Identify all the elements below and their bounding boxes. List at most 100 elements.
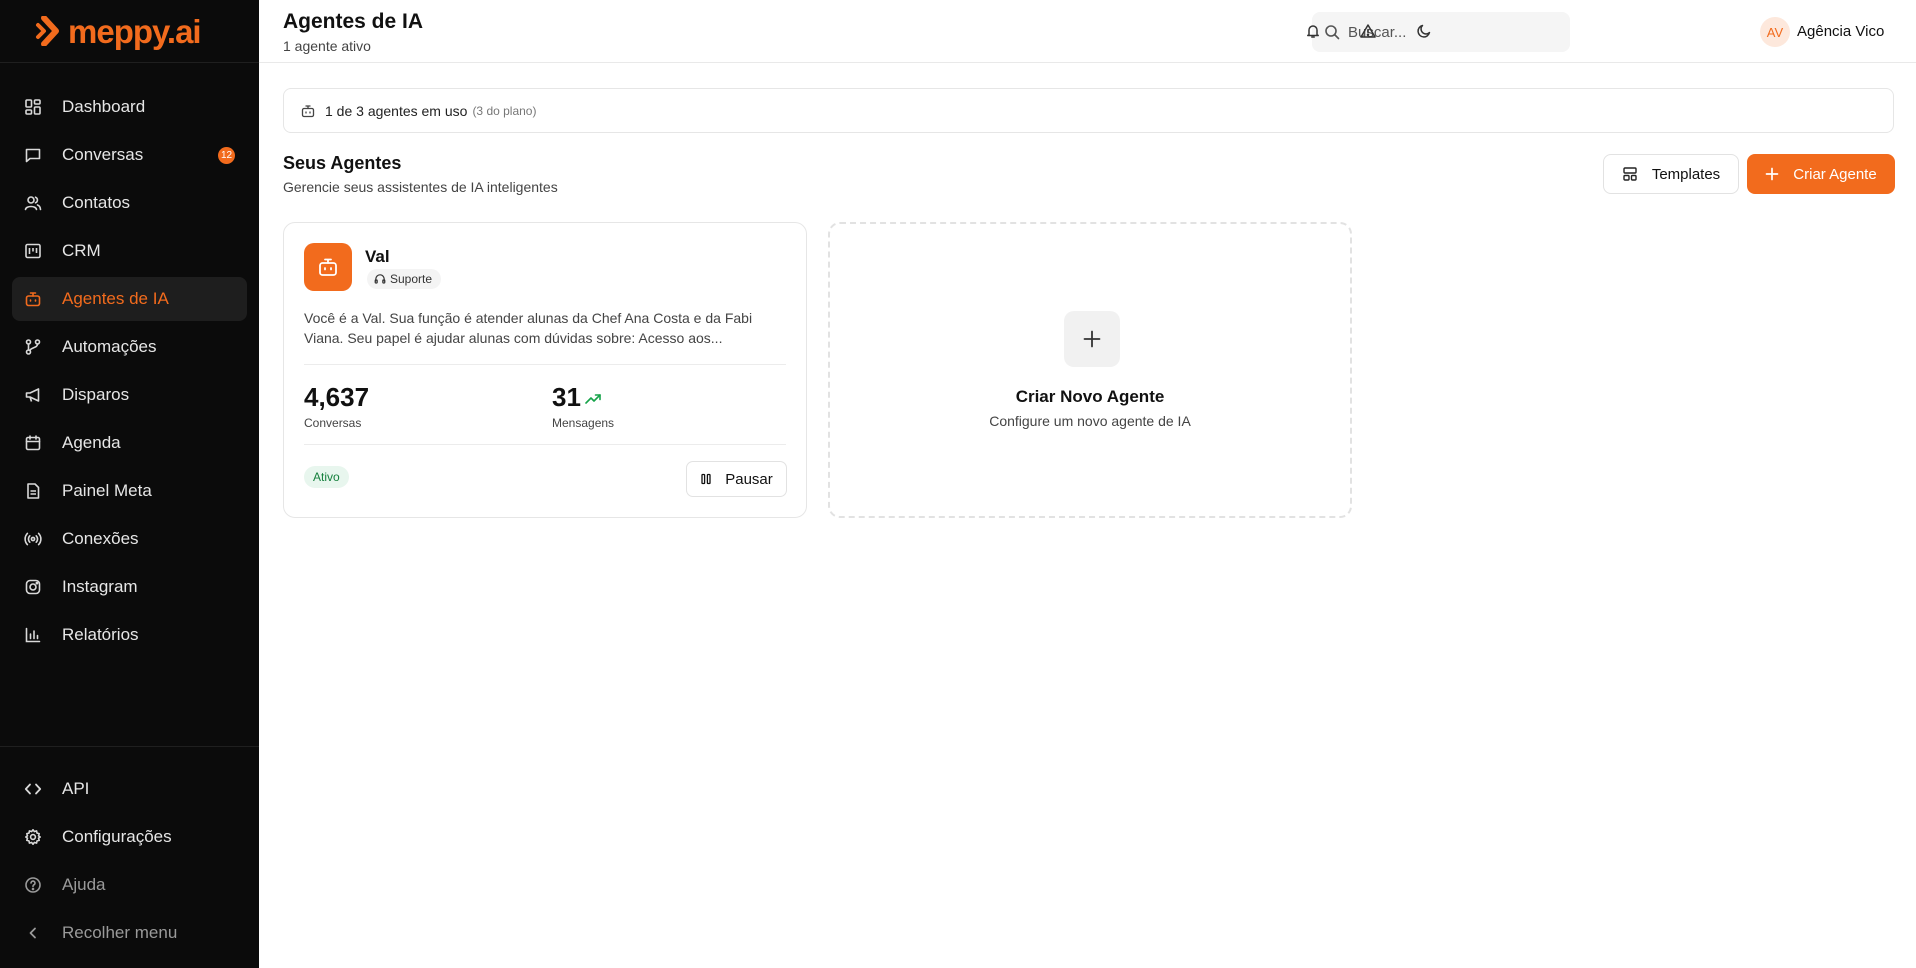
logo-text: meppy.ai — [68, 12, 202, 50]
pause-label: Pausar — [725, 470, 773, 488]
sidebar-item-api[interactable]: API — [12, 767, 247, 811]
chevron-left-icon — [23, 923, 43, 943]
sidebar-item-label: Conexões — [62, 529, 139, 548]
new-agent-title: Criar Novo Agente — [1015, 387, 1165, 406]
instagram-icon — [23, 577, 43, 597]
new-agent-subtitle: Configure um novo agente de IA — [989, 413, 1191, 429]
page-title: Agentes de IA — [283, 10, 424, 33]
sidebar-item-disparos[interactable]: Disparos — [12, 373, 247, 417]
messages-label: Mensagens — [552, 416, 615, 430]
agent-description: Você é a Val. Sua função é atender aluna… — [304, 310, 753, 346]
search-box[interactable] — [1312, 12, 1570, 52]
sidebar-item-label: API — [62, 779, 90, 798]
sidebar-item-conexoes[interactable]: Conexões — [12, 517, 247, 561]
sidebar-item-label: Contatos — [62, 193, 131, 212]
sidebar-item-label: Agenda — [62, 433, 121, 452]
sidebar-item-ajuda[interactable]: Ajuda — [12, 863, 247, 907]
bell-icon[interactable] — [1304, 22, 1322, 40]
sidebar-item-crm[interactable]: CRM — [12, 229, 247, 273]
sidebar-item-label: Ajuda — [62, 875, 106, 894]
unread-badge: 12 — [218, 147, 235, 164]
section-subtitle: Gerencie seus assistentes de IA intelige… — [283, 179, 558, 195]
sidebar-item-dashboard[interactable]: Dashboard — [12, 85, 247, 129]
section-title: Seus Agentes — [283, 153, 402, 173]
conversations-label: Conversas — [304, 416, 362, 430]
agent-category-tag: Suporte — [367, 269, 442, 289]
page-subtitle: 1 agente ativo — [283, 38, 371, 54]
sidebar-item-painel-meta[interactable]: Painel Meta — [12, 469, 247, 513]
document-icon — [23, 481, 43, 501]
logo-mark-icon — [36, 16, 59, 46]
plus-icon — [1064, 311, 1120, 367]
radio-icon — [23, 529, 43, 549]
status-badge: Ativo — [304, 466, 349, 488]
kanban-icon — [23, 241, 43, 261]
agent-avatar — [304, 243, 352, 291]
agent-name: Val — [365, 247, 390, 266]
sidebar-nav: Dashboard Conversas 12 Contatos CRM Agen… — [0, 63, 259, 657]
bot-icon — [319, 258, 337, 276]
sidebar-collapse-button[interactable]: Recolher menu — [12, 911, 247, 955]
sidebar-item-contatos[interactable]: Contatos — [12, 181, 247, 225]
bar-chart-icon — [23, 625, 43, 645]
create-agent-button[interactable]: Criar Agente — [1747, 154, 1895, 194]
usage-text: 1 de 3 agentes em uso — [325, 102, 468, 119]
agent-tag-label: Suporte — [390, 272, 433, 286]
sidebar-item-configuracoes[interactable]: Configurações — [12, 815, 247, 859]
sidebar-item-label: Disparos — [62, 385, 130, 404]
sidebar-item-label: Relatórios — [62, 625, 139, 644]
help-icon — [23, 875, 43, 895]
agent-card[interactable]: Val Suporte Você é a Val. Sua função é a… — [283, 222, 807, 518]
moon-icon[interactable] — [1415, 22, 1433, 40]
sidebar-item-label: Configurações — [62, 827, 172, 846]
sidebar-bottom: API Configurações Ajuda Recolher menu — [0, 746, 259, 968]
user-name[interactable]: Agência Vico — [1797, 23, 1884, 40]
top-bar: Agentes de IA 1 agente ativo AV Agência … — [259, 0, 1916, 63]
workflow-icon — [23, 337, 43, 357]
megaphone-icon — [23, 385, 43, 405]
usage-banner: 1 de 3 agentes em uso (3 do plano) — [283, 88, 1894, 133]
trending-up-icon — [585, 393, 601, 405]
headset-icon — [374, 273, 386, 285]
dashboard-icon — [23, 97, 43, 117]
sidebar-item-label: Instagram — [62, 577, 138, 596]
alert-icon[interactable] — [1359, 22, 1377, 40]
conversations-count: 4,637 — [304, 382, 370, 412]
sidebar-item-label: Agentes de IA — [62, 289, 169, 308]
sidebar: meppy.ai Dashboard Conversas 12 Contatos — [0, 0, 259, 968]
sidebar-item-agenda[interactable]: Agenda — [12, 421, 247, 465]
calendar-icon — [23, 433, 43, 453]
logo[interactable]: meppy.ai — [0, 0, 259, 63]
sidebar-item-label: Conversas — [62, 145, 144, 164]
sidebar-item-label: Painel Meta — [62, 481, 152, 500]
usage-plan: (3 do plano) — [472, 103, 537, 118]
gear-icon — [23, 827, 43, 847]
sidebar-item-relatorios[interactable]: Relatórios — [12, 613, 247, 657]
templates-label: Templates — [1651, 165, 1721, 183]
messages-count: 31 — [552, 382, 581, 412]
sidebar-item-automacoes[interactable]: Automações — [12, 325, 247, 369]
main-content: 1 de 3 agentes em uso (3 do plano) Seus … — [259, 63, 1916, 968]
sidebar-item-conversas[interactable]: Conversas 12 — [12, 133, 247, 177]
search-input[interactable] — [1348, 23, 1548, 41]
create-new-agent-card[interactable]: Criar Novo Agente Configure um novo agen… — [828, 222, 1352, 518]
sidebar-item-instagram[interactable]: Instagram — [12, 565, 247, 609]
sidebar-item-label: CRM — [62, 241, 101, 260]
divider — [304, 444, 786, 445]
layout-template-icon — [1622, 166, 1638, 182]
create-agent-label: Criar Agente — [1793, 165, 1877, 183]
templates-button[interactable]: Templates — [1603, 154, 1739, 194]
pause-icon — [700, 473, 712, 485]
users-icon — [23, 193, 43, 213]
divider — [304, 364, 786, 365]
sidebar-item-label: Automações — [62, 337, 157, 356]
search-icon — [1324, 24, 1340, 40]
sidebar-item-label: Recolher menu — [62, 923, 178, 942]
sidebar-item-label: Dashboard — [62, 97, 146, 116]
avatar[interactable]: AV — [1760, 17, 1790, 47]
bot-icon — [23, 289, 43, 309]
code-icon — [23, 779, 43, 799]
pause-button[interactable]: Pausar — [686, 461, 787, 497]
sidebar-item-agentes-de-ia[interactable]: Agentes de IA — [12, 277, 247, 321]
plus-icon — [1765, 167, 1779, 181]
